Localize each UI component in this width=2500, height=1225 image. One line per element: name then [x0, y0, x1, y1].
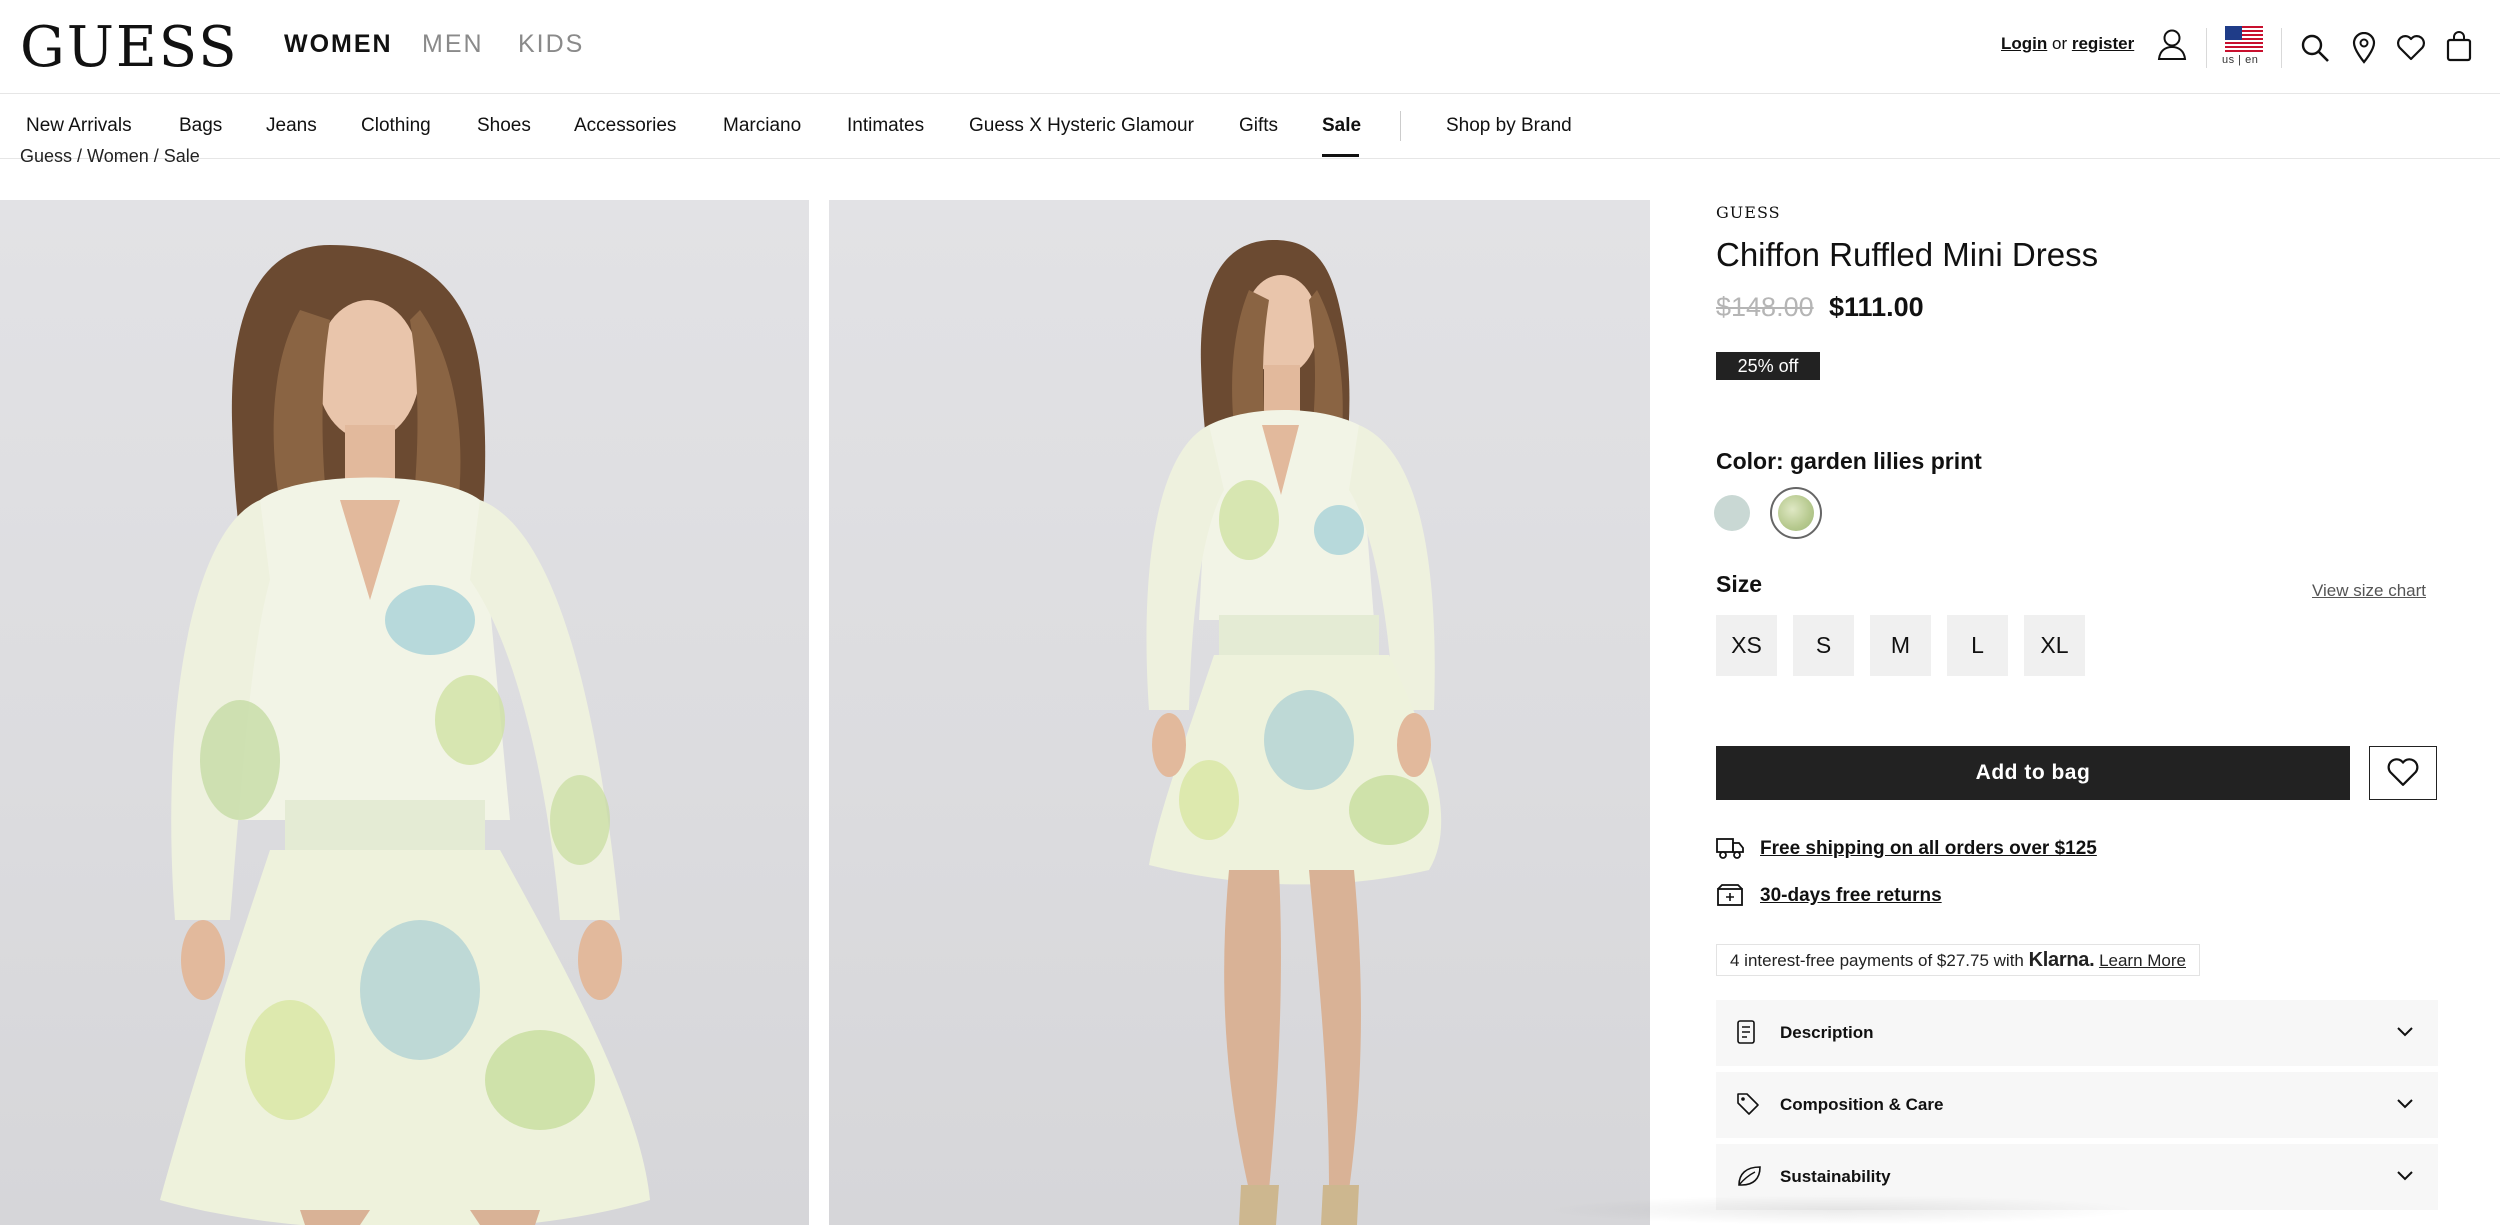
bottom-shadow — [1540, 1195, 2140, 1225]
accordion-label: Composition & Care — [1780, 1095, 1944, 1114]
product-image-side[interactable] — [829, 200, 1650, 1225]
sale-price: $111.00 — [1829, 292, 1924, 322]
document-icon — [1737, 1020, 1755, 1044]
category-guess-x-hysteric-glamour[interactable]: Guess X Hysteric Glamour — [969, 115, 1194, 137]
chevron-down-icon — [2397, 1027, 2413, 1037]
wishlist-icon[interactable] — [2396, 34, 2426, 61]
active-tab-indicator — [1322, 154, 1359, 157]
category-accessories[interactable]: Accessories — [574, 115, 676, 137]
category-nav: New Arrivals Bags Jeans Clothing Shoes A… — [0, 94, 2500, 159]
chevron-down-icon — [2397, 1099, 2413, 1109]
accordion-description[interactable]: Description — [1716, 1000, 2438, 1066]
accordion-composition-care[interactable]: Composition & Care — [1716, 1072, 2438, 1138]
us-flag-icon[interactable] — [2225, 26, 2263, 52]
color-label: Color: garden lilies print — [1716, 448, 1982, 474]
size-s-button[interactable]: S — [1793, 615, 1854, 676]
category-shoes[interactable]: Shoes — [477, 115, 531, 137]
leaf-icon — [1738, 1166, 1761, 1186]
header-divider — [2206, 28, 2207, 68]
add-to-bag-button[interactable]: Add to bag — [1716, 746, 2350, 800]
category-new-arrivals[interactable]: New Arrivals — [26, 115, 132, 137]
accordion-label: Sustainability — [1780, 1167, 1891, 1186]
nav-kids[interactable]: KIDS — [518, 30, 584, 59]
category-intimates[interactable]: Intimates — [847, 115, 924, 137]
register-link[interactable]: register — [2072, 34, 2134, 53]
breadcrumb[interactable]: Guess / Women / Sale — [20, 146, 200, 167]
returns-box-icon — [1717, 884, 1743, 906]
klarna-logo: Klarna. — [2028, 949, 2095, 971]
discount-badge: 25% off — [1716, 352, 1820, 380]
nav-women[interactable]: WOMEN — [284, 30, 393, 59]
swatch-print-fill — [1778, 495, 1814, 531]
tag-icon — [1737, 1093, 1759, 1115]
klarna-learn-more-link[interactable]: Learn More — [2099, 951, 2186, 970]
free-shipping-link[interactable]: Free shipping on all orders over $125 — [1760, 838, 2097, 860]
shopping-bag-icon[interactable] — [2446, 30, 2472, 62]
product-image-front[interactable] — [0, 200, 809, 1225]
color-swatch-garden-lilies[interactable] — [1770, 487, 1822, 539]
user-icon[interactable] — [2157, 28, 2187, 60]
size-title: Size — [1716, 571, 1763, 597]
model-photo-side — [1146, 240, 1442, 1225]
accordion-label: Description — [1780, 1023, 1874, 1042]
login-link[interactable]: Login — [2001, 34, 2047, 53]
locale-label: us | en — [2222, 54, 2259, 66]
category-jeans[interactable]: Jeans — [266, 115, 317, 137]
product-title: Chiffon Ruffled Mini Dress — [1716, 236, 2099, 273]
size-xs-button[interactable]: XS — [1716, 615, 1777, 676]
header-divider — [2281, 28, 2282, 68]
size-l-button[interactable]: L — [1947, 615, 2008, 676]
add-to-wishlist-button[interactable] — [2369, 746, 2437, 800]
heart-icon — [2387, 757, 2419, 786]
shipping-truck-icon — [1716, 838, 1744, 859]
size-chart-link[interactable]: View size chart — [2312, 581, 2426, 601]
chevron-down-icon — [2397, 1171, 2413, 1181]
shop-by-brand-link[interactable]: Shop by Brand — [1446, 115, 1572, 137]
store-locator-icon[interactable] — [2352, 32, 2376, 64]
or-text: or — [2052, 34, 2068, 53]
size-xl-button[interactable]: XL — [2024, 615, 2085, 676]
klarna-banner: 4 interest-free payments of $27.75 with … — [1716, 944, 2200, 976]
model-photo-front — [160, 245, 650, 1225]
color-swatch-mint[interactable] — [1714, 495, 1750, 531]
nav-men[interactable]: MEN — [422, 30, 484, 59]
guess-logo[interactable]: GUESS — [20, 20, 239, 76]
site-header: GUESS WOMEN MEN KIDS Login or register u… — [0, 0, 2500, 94]
category-bags[interactable]: Bags — [179, 115, 222, 137]
category-clothing[interactable]: Clothing — [361, 115, 431, 137]
nav-divider — [1400, 111, 1401, 141]
search-icon[interactable] — [2300, 33, 2330, 63]
account-links: Login or register — [2001, 34, 2134, 54]
category-marciano[interactable]: Marciano — [723, 115, 801, 137]
product-brand: GUESS — [1716, 203, 1781, 222]
category-sale[interactable]: Sale — [1322, 115, 1361, 137]
size-m-button[interactable]: M — [1870, 615, 1931, 676]
original-price: $148.00 — [1716, 292, 1814, 322]
category-gifts[interactable]: Gifts — [1239, 115, 1278, 137]
free-returns-link[interactable]: 30-days free returns — [1760, 885, 1942, 907]
klarna-text: 4 interest-free payments of $27.75 with — [1730, 951, 2024, 970]
